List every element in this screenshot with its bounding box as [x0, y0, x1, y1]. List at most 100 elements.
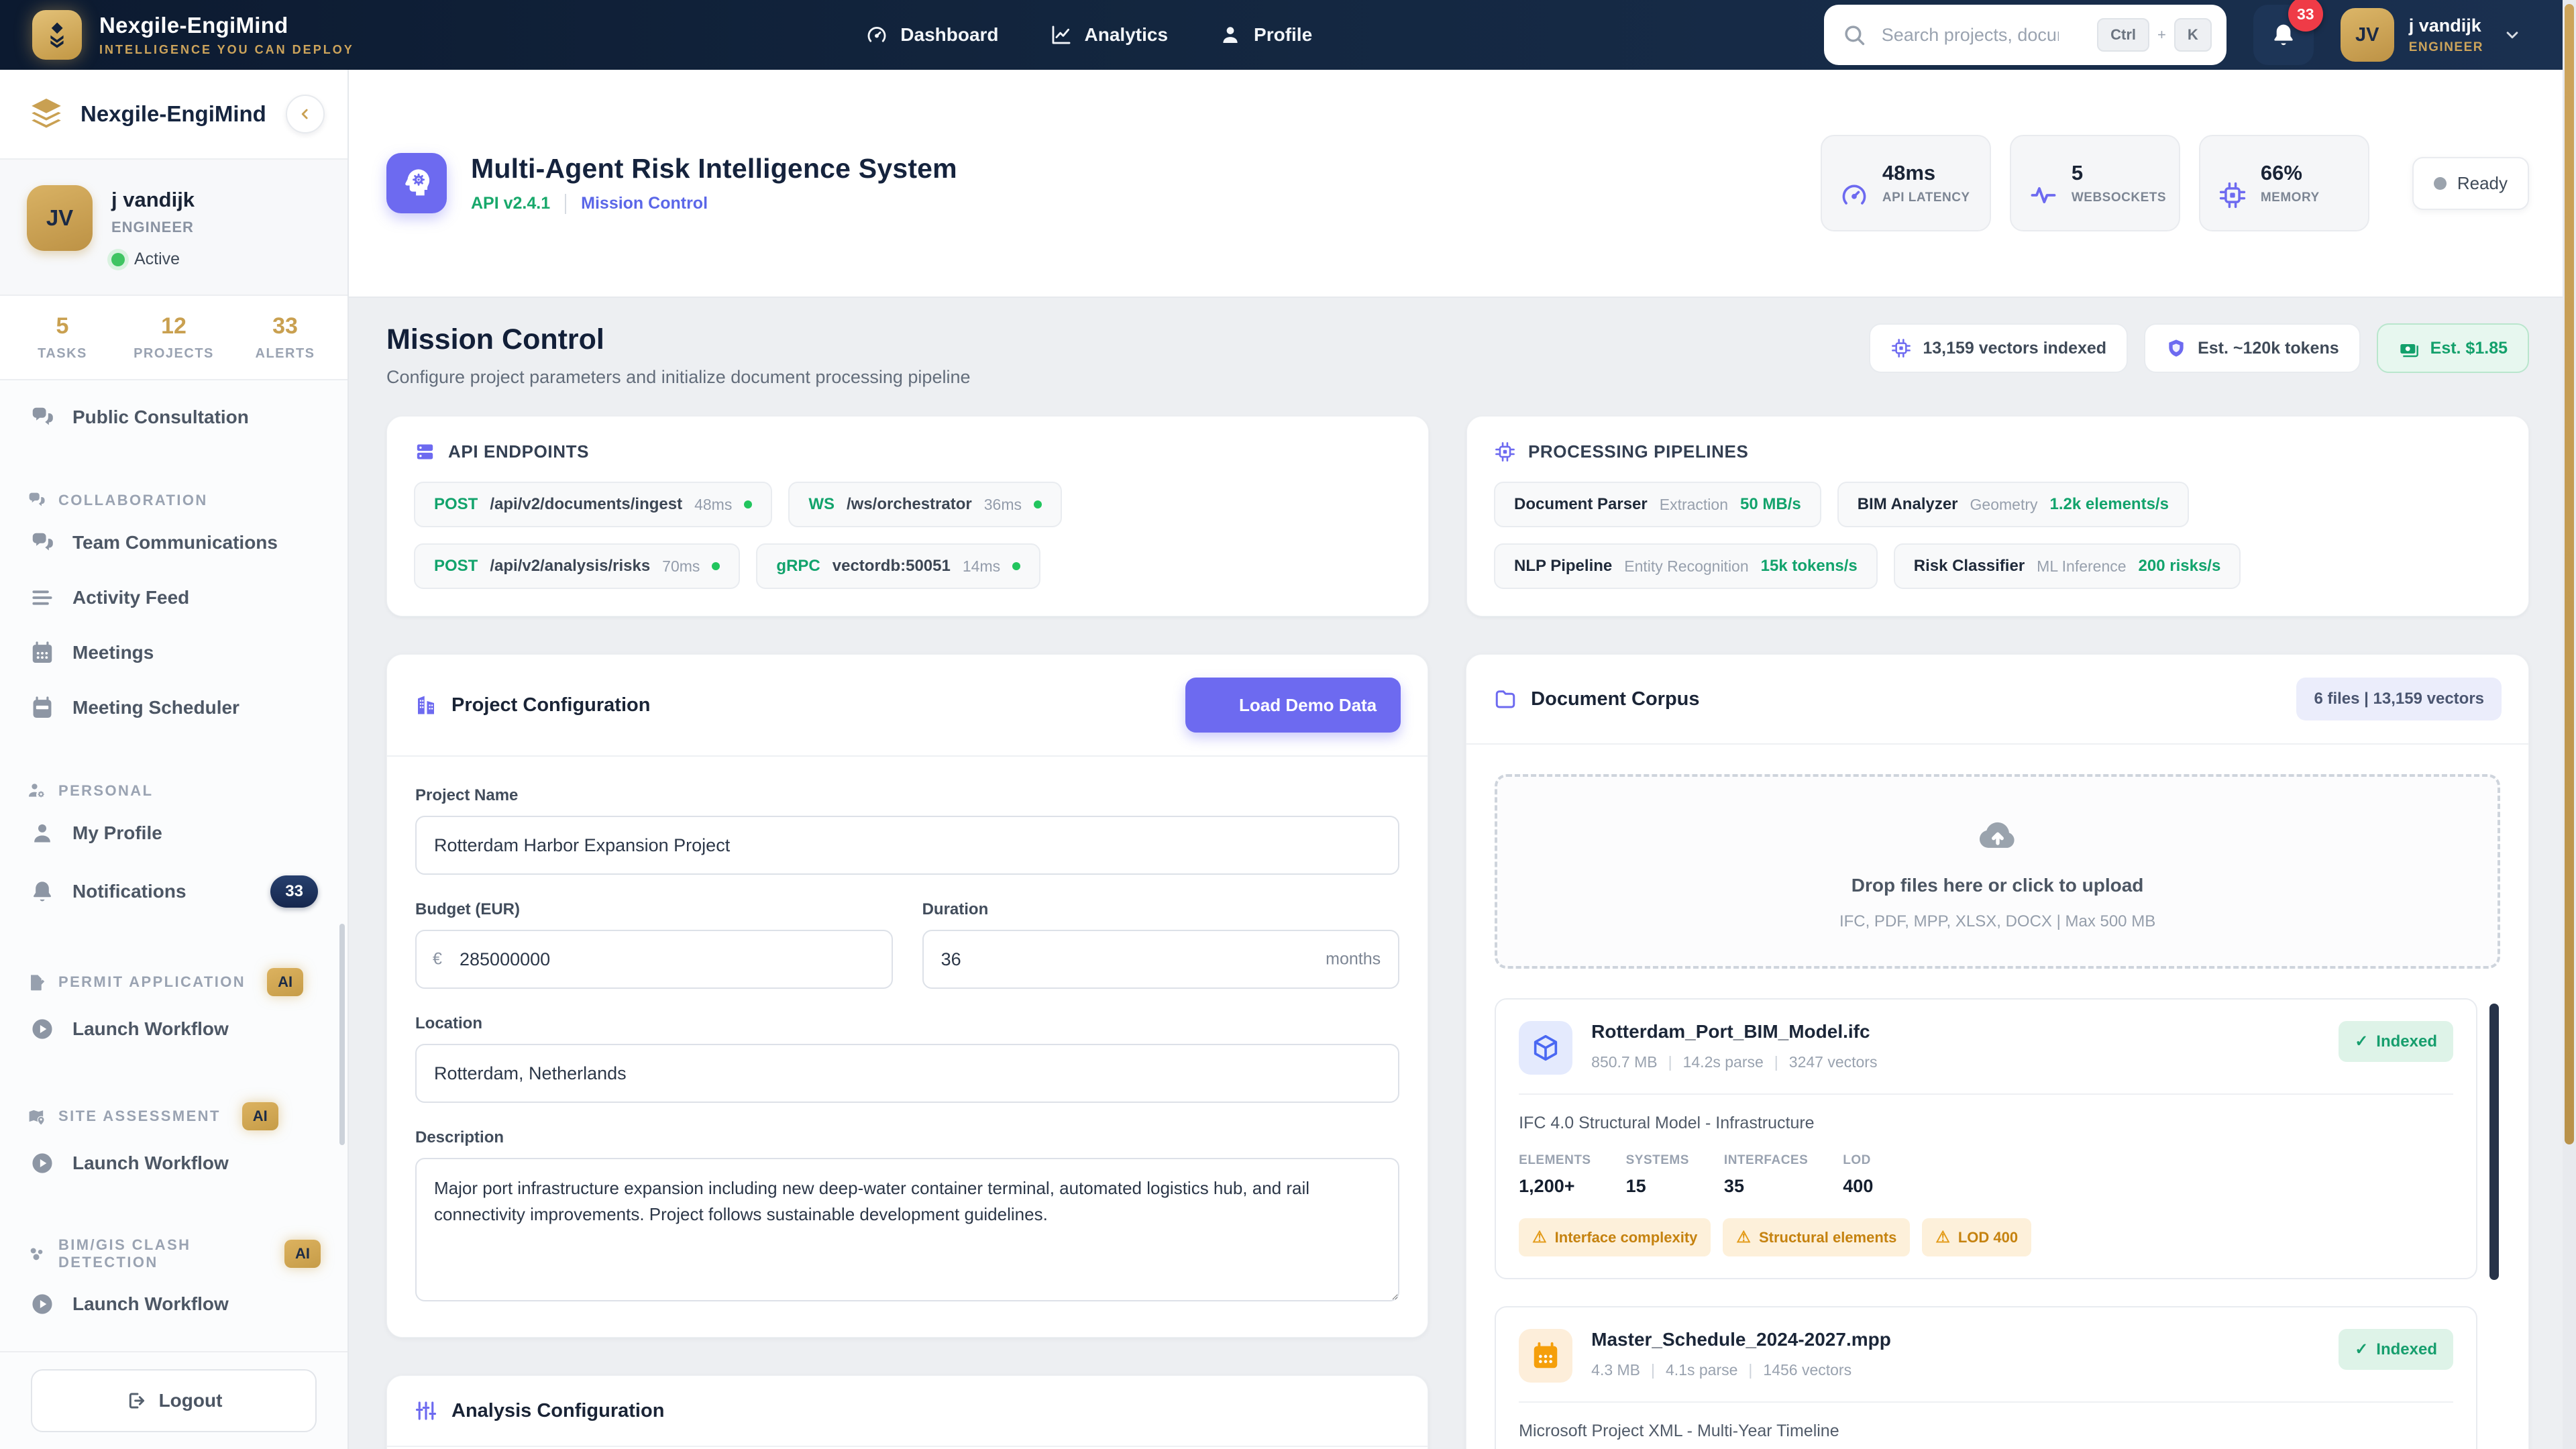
sidebar-item-meeting-scheduler[interactable]: Meeting Scheduler: [0, 680, 347, 735]
sidebar-item-label: Launch Workflow: [72, 1152, 229, 1173]
file-card-rotterdam-port-bim-model-ifc[interactable]: Rotterdam_Port_BIM_Model.ifc 850.7 MB | 1…: [1495, 998, 2477, 1279]
check-icon: ✓: [2355, 1032, 2369, 1051]
sidebar-item-label: Meetings: [72, 642, 154, 663]
divider: [1519, 1093, 2453, 1095]
shield-icon: [2165, 337, 2187, 359]
metric-text: 5 WEBSOCKETS: [2072, 161, 2166, 205]
file-parse-time: 14.2s parse: [1682, 1053, 1764, 1071]
warning-interface-complexity: ⚠ Interface complexity: [1519, 1218, 1711, 1256]
sidebar-collapse-button[interactable]: [286, 95, 325, 133]
folder-icon: [1493, 687, 1517, 711]
sidebar-item-public-consultation[interactable]: Public Consultation: [0, 390, 347, 445]
page-subtitle: API v2.4.1 Mission Control: [471, 193, 957, 214]
mission-header: Mission Control Configure project parame…: [386, 323, 2529, 388]
nav-analytics[interactable]: Analytics: [1050, 23, 1169, 46]
panels-row: API ENDPOINTS POST/api/v2/documents/inge…: [386, 416, 2529, 616]
status-badge: Ready: [2412, 156, 2529, 210]
endpoint-path: vectordb:50051: [832, 557, 951, 575]
separator: |: [1774, 1053, 1778, 1071]
play-icon: [30, 1291, 55, 1317]
breadcrumb[interactable]: Mission Control: [581, 194, 708, 213]
separator: |: [1668, 1053, 1672, 1071]
page-titles: Multi-Agent Risk Intelligence System API…: [471, 153, 957, 214]
pipeline-stage: ML Inference: [2037, 557, 2127, 575]
api-version: API v2.4.1: [471, 194, 551, 213]
sidebar-item-label: Meeting Scheduler: [72, 697, 239, 718]
calendar-icon: [30, 640, 55, 665]
endpoint-latency: 70ms: [662, 557, 700, 575]
sidebar-item-activity-feed[interactable]: Activity Feed: [0, 570, 347, 625]
location-field: Location: [415, 1014, 1400, 1103]
ready-label: Ready: [2457, 172, 2508, 193]
stat-value: 1,200+: [1519, 1176, 1575, 1196]
user-role: ENGINEER: [2408, 40, 2483, 54]
sidebar-menu: Public Consultation COLLABORATION Team Com…: [0, 380, 347, 1351]
file-dropzone[interactable]: Drop files here or click to upload IFC, …: [1495, 774, 2500, 969]
card-header: Document Corpus 6 files | 13,159 vectors: [1466, 655, 2528, 745]
nav-profile[interactable]: Profile: [1219, 23, 1312, 46]
file-card-master-schedule-2024-2027-mpp[interactable]: Master_Schedule_2024-2027.mpp 4.3 MB | 4.…: [1495, 1306, 2477, 1449]
key-plus: +: [2157, 26, 2166, 43]
separator: |: [1748, 1361, 1753, 1379]
stat-label: LOD: [1843, 1153, 1871, 1167]
stat-value: 400: [1843, 1176, 1874, 1196]
play-icon: [30, 1150, 55, 1176]
sidebar-item-notifications[interactable]: Notifications 33: [0, 861, 347, 922]
sidebar-item-launch-workflow[interactable]: Launch Workflow: [0, 1002, 347, 1057]
ready-dot: [2433, 176, 2447, 190]
project-name-input[interactable]: [415, 816, 1400, 875]
sidebar-scrollbar-thumb[interactable]: [339, 924, 345, 1146]
file-name: Master_Schedule_2024-2027.mpp: [1591, 1329, 1891, 1350]
file-meta: 4.3 MB | 4.1s parse | 1456 vectors: [1591, 1361, 1891, 1379]
sidebar-item-label: Public Consultation: [72, 407, 249, 427]
file-stats: ELEMENTS 1,200+ SYSTEMS 15 INTERFACES 35 LOD 40…: [1519, 1153, 2453, 1197]
nav-label: Analytics: [1084, 24, 1169, 45]
pipeline-name: NLP Pipeline: [1513, 557, 1613, 575]
metric-value: 48ms: [1882, 161, 1936, 184]
badge-13-159-vectors-indexed: 13,159 vectors indexed: [1869, 323, 2129, 373]
file-list-scrollbar-thumb[interactable]: [2489, 1004, 2499, 1280]
main: Multi-Agent Risk Intelligence System API…: [349, 70, 2576, 1449]
logout-button[interactable]: Logout: [31, 1369, 317, 1432]
pulse-icon: [2029, 180, 2058, 210]
budget-input[interactable]: [415, 930, 893, 989]
right-column: Document Corpus 6 files | 13,159 vectors…: [1466, 654, 2529, 1449]
sidebar-item-team-communications[interactable]: Team Communications: [0, 515, 347, 570]
calendar2-icon: [30, 695, 55, 720]
description-textarea[interactable]: Major port infrastructure expansion incl…: [415, 1158, 1400, 1301]
pipeline-rate: 200 risks/s: [2138, 557, 2221, 575]
metric-value: 5: [2071, 161, 2084, 184]
endpoint-latency: 14ms: [962, 557, 1001, 575]
sidebar-item-my-profile[interactable]: My Profile: [0, 806, 347, 861]
stat-alerts: 33 ALERTS: [229, 313, 341, 362]
section-subtitle: Configure project parameters and initial…: [386, 367, 971, 387]
location-input[interactable]: [415, 1044, 1400, 1103]
metrics: 48ms API LATENCY 5 WEBSOCKETS 66% MEMORY: [1820, 135, 2369, 231]
separator: |: [1651, 1361, 1656, 1379]
search: Ctrl + K: [1823, 5, 2226, 65]
key-ctrl: Ctrl: [2097, 18, 2149, 52]
notifications-button[interactable]: 33: [2253, 0, 2323, 65]
nav-dashboard[interactable]: Dashboard: [865, 23, 999, 46]
chevron-down-icon: [2502, 25, 2522, 45]
sidebar-item-launch-workflow[interactable]: Launch Workflow: [0, 1136, 347, 1191]
api-endpoints-panel: API ENDPOINTS POST/api/v2/documents/inge…: [386, 416, 1429, 616]
user-menu[interactable]: JV j vandijk ENGINEER: [2340, 8, 2522, 62]
card-title: Document Corpus: [1531, 688, 1700, 710]
page-scrollbar[interactable]: [2563, 0, 2576, 1449]
file-warnings: ⚠ Interface complexity ⚠ Structural element…: [1519, 1218, 2453, 1256]
ai-badge: AI: [284, 1240, 321, 1268]
page-scrollbar-thumb[interactable]: [2565, 4, 2574, 1144]
sidebar-item-launch-workflow[interactable]: Launch Workflow: [0, 1277, 347, 1332]
pipeline-document-parser: Document Parser Extraction 50 MB/s: [1493, 482, 1821, 527]
endpoint-method: POST: [434, 557, 478, 575]
section-label: COLLABORATION: [58, 491, 208, 508]
metric-label: MEMORY: [2260, 191, 2320, 205]
banknote-icon: [2398, 337, 2420, 359]
duration-input-wrap: months: [922, 930, 1400, 989]
field-label: Project Name: [415, 786, 519, 804]
load-demo-data-button[interactable]: Load Demo Data: [1185, 678, 1401, 733]
dropzone-line1: Drop files here or click to upload: [1851, 875, 2144, 896]
file-header: Master_Schedule_2024-2027.mpp 4.3 MB | 4.…: [1519, 1329, 2453, 1383]
sidebar-item-meetings[interactable]: Meetings: [0, 625, 347, 680]
